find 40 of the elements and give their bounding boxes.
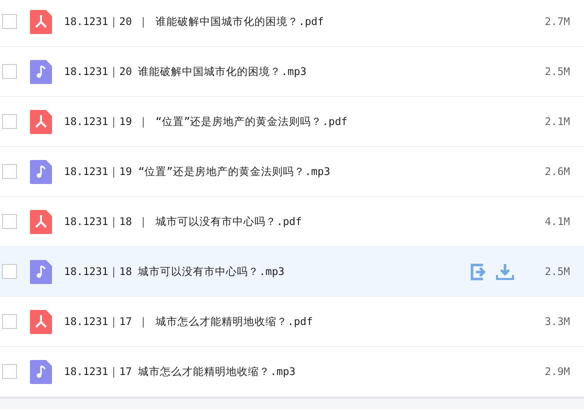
file-name[interactable]: 18.1231｜17 ｜ 城市怎么才能精明地收缩？.pdf bbox=[64, 314, 470, 328]
file-size: 2.5M bbox=[544, 66, 570, 78]
file-row[interactable]: 18.1231｜17 ｜ 城市怎么才能精明地收缩？.pdf 3.3M bbox=[0, 297, 584, 347]
file-row[interactable]: 18.1231｜19 ｜ “位置”还是房地产的黄金法则吗？.pdf 2.1M bbox=[0, 97, 584, 147]
checkbox[interactable] bbox=[2, 214, 17, 229]
pdf-file-icon bbox=[30, 110, 52, 134]
file-row[interactable]: 18.1231｜20 ｜ 谁能破解中国城市化的困境？.pdf 2.7M bbox=[0, 0, 584, 47]
file-name[interactable]: 18.1231｜19 “位置”还是房地产的黄金法则吗？.mp3 bbox=[64, 164, 470, 178]
pdf-file-icon bbox=[30, 310, 52, 334]
audio-file-icon bbox=[30, 260, 52, 284]
checkbox[interactable] bbox=[2, 314, 17, 329]
file-size: 2.5M bbox=[544, 266, 570, 278]
file-size: 3.3M bbox=[544, 316, 570, 328]
file-name[interactable]: 18.1231｜18 ｜ 城市可以没有市中心吗？.pdf bbox=[64, 214, 470, 228]
move-icon[interactable] bbox=[470, 262, 488, 280]
audio-file-icon bbox=[30, 60, 52, 84]
checkbox[interactable] bbox=[2, 164, 17, 179]
checkbox[interactable] bbox=[2, 64, 17, 79]
file-size: 2.9M bbox=[544, 366, 570, 378]
file-size: 4.1M bbox=[544, 216, 570, 228]
file-name[interactable]: 18.1231｜20 谁能破解中国城市化的困境？.mp3 bbox=[64, 64, 470, 78]
audio-file-icon bbox=[30, 360, 52, 384]
pdf-file-icon bbox=[30, 210, 52, 234]
file-name[interactable]: 18.1231｜18 城市可以没有市中心吗？.mp3 bbox=[64, 264, 470, 278]
file-row[interactable]: 18.1231｜20 谁能破解中国城市化的困境？.mp3 2.5M bbox=[0, 47, 584, 97]
audio-file-icon bbox=[30, 160, 52, 184]
file-size: 2.7M bbox=[544, 16, 570, 28]
download-icon[interactable] bbox=[496, 262, 514, 280]
checkbox[interactable] bbox=[2, 264, 17, 279]
checkbox[interactable] bbox=[2, 114, 17, 129]
checkbox[interactable] bbox=[2, 364, 17, 379]
checkbox[interactable] bbox=[2, 14, 17, 29]
file-row[interactable]: 18.1231｜19 “位置”还是房地产的黄金法则吗？.mp3 2.6M bbox=[0, 147, 584, 197]
pdf-file-icon bbox=[30, 10, 52, 34]
file-size: 2.1M bbox=[544, 116, 570, 128]
file-name[interactable]: 18.1231｜20 ｜ 谁能破解中国城市化的困境？.pdf bbox=[64, 14, 470, 28]
file-size: 2.6M bbox=[544, 166, 570, 178]
file-row[interactable]: 18.1231｜18 城市可以没有市中心吗？.mp3 2.5M bbox=[0, 247, 584, 297]
file-name[interactable]: 18.1231｜19 ｜ “位置”还是房地产的黄金法则吗？.pdf bbox=[64, 114, 470, 128]
file-name[interactable]: 18.1231｜17 城市怎么才能精明地收缩？.mp3 bbox=[64, 364, 470, 378]
